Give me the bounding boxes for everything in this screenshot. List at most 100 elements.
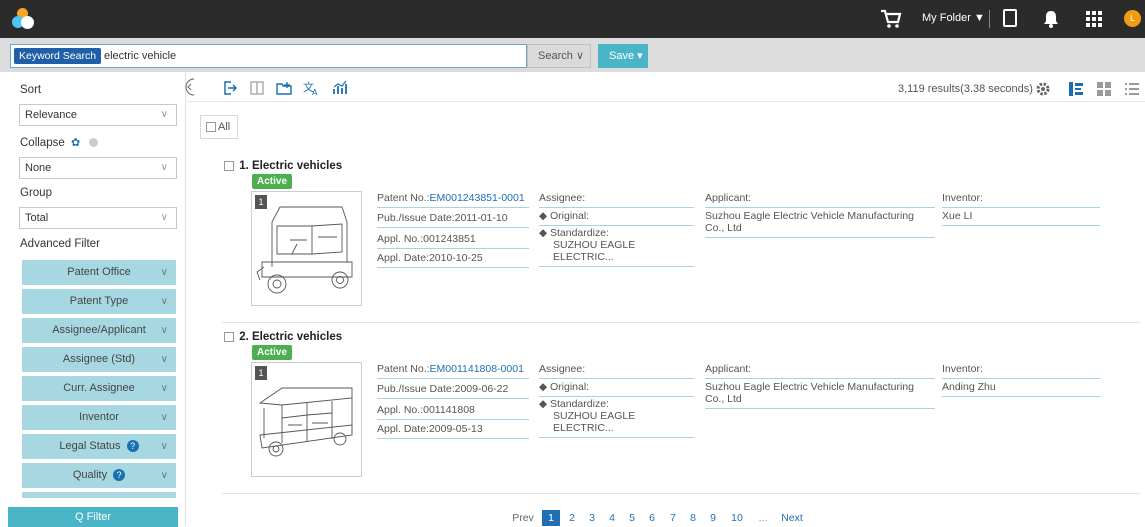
assignee-original: ◆ Original:: [539, 381, 694, 397]
applicant-label: Applicant:: [705, 192, 935, 208]
group-select-value: Total: [25, 212, 49, 224]
cart-icon[interactable]: [880, 9, 902, 29]
list-detail-view-icon[interactable]: [1068, 81, 1084, 97]
pagination-page[interactable]: 7: [664, 510, 682, 526]
pagination-next[interactable]: Next: [777, 510, 807, 526]
header-divider: [989, 10, 990, 28]
pagination-page[interactable]: 9: [704, 510, 722, 526]
pagination-page[interactable]: 1: [542, 510, 560, 526]
patent-number-link[interactable]: EM001243851-0001: [430, 192, 525, 204]
translate-icon[interactable]: 文 A: [303, 80, 319, 96]
filter-patent-office[interactable]: Patent Office ∨: [22, 260, 176, 285]
patent-number-link[interactable]: EM001141808-0001: [430, 363, 524, 375]
filter-assignee-std[interactable]: Assignee (Std) ∨: [22, 347, 176, 372]
status-badge: Active: [252, 174, 293, 189]
analytics-icon[interactable]: [332, 80, 348, 96]
chevron-down-icon: ∨: [160, 296, 168, 307]
result-checkbox[interactable]: [224, 160, 234, 171]
compare-icon[interactable]: [249, 80, 265, 96]
pagination-page[interactable]: 10: [725, 510, 749, 526]
patent-drawing[interactable]: 1: [251, 362, 362, 477]
inventor-label: Inventor:: [942, 192, 1100, 208]
group-select[interactable]: Total ∨: [19, 207, 177, 229]
filter-assignee-applicant[interactable]: Assignee/Applicant ∨: [22, 318, 176, 343]
help-icon[interactable]: ?: [113, 469, 126, 482]
gear-icon[interactable]: ✿: [71, 137, 80, 149]
result-title[interactable]: 2. Electric vehicles: [239, 331, 342, 343]
filter-button[interactable]: Q Filter: [8, 507, 178, 527]
search-query[interactable]: electric vehicle: [104, 50, 176, 62]
folder-add-icon[interactable]: [276, 80, 292, 96]
filter-patent-type[interactable]: Patent Type ∨: [22, 289, 176, 314]
chevron-down-icon: ∨: [160, 470, 168, 481]
inventor-value[interactable]: Anding Zhu: [942, 381, 1100, 397]
pagination-page[interactable]: 6: [643, 510, 661, 526]
pagination-page[interactable]: 3: [583, 510, 601, 526]
chevron-down-icon: ∨: [160, 212, 168, 223]
assignee-standardize-value[interactable]: SUZHOU EAGLE ELECTRIC...: [539, 239, 694, 267]
result-divider: [222, 493, 1140, 494]
filter-legal-status[interactable]: Legal Status ? ∨: [22, 434, 176, 459]
collapse-sidebar-icon[interactable]: [185, 78, 195, 96]
my-folder-menu[interactable]: My Folder ▼: [922, 12, 985, 24]
chevron-down-icon: ∨: [160, 354, 168, 365]
appl-date: Appl. Date:2009-05-13: [377, 423, 529, 439]
collapse-select-value: None: [25, 162, 52, 174]
patent-number-field: Patent No.:EM001141808-0001: [377, 363, 529, 379]
settings-gear-icon[interactable]: [1035, 81, 1051, 97]
result-checkbox[interactable]: [224, 331, 234, 342]
pagination-page[interactable]: 2: [563, 510, 581, 526]
help-icon[interactable]: ?: [126, 440, 139, 453]
sort-select[interactable]: Relevance ∨: [19, 104, 177, 126]
grid-view-icon[interactable]: [1096, 81, 1112, 97]
result-title[interactable]: 1. Electric vehicles: [239, 160, 342, 172]
app-logo[interactable]: [12, 8, 34, 30]
result-title-row[interactable]: 1. Electric vehicles: [224, 160, 342, 172]
pub-date: Pub./Issue Date:2011-01-10: [377, 212, 529, 228]
info-icon[interactable]: [89, 138, 99, 148]
save-button[interactable]: Save ▾: [598, 44, 648, 68]
patent-number-field: Patent No.:EM001243851-0001: [377, 192, 529, 208]
chevron-down-icon: ∨: [160, 412, 168, 423]
export-icon[interactable]: [222, 80, 238, 96]
keyword-search-tag[interactable]: Keyword Search: [14, 48, 102, 64]
result-title-row[interactable]: 2. Electric vehicles: [224, 331, 342, 343]
appl-number: Appl. No.:001141808: [377, 404, 529, 420]
filter-curr-assignee[interactable]: Curr. Assignee ∨: [22, 376, 176, 401]
collapse-select[interactable]: None ∨: [19, 157, 177, 179]
chevron-down-icon: ∨: [160, 325, 168, 336]
user-avatar[interactable]: L: [1124, 10, 1141, 27]
applicant-value[interactable]: Suzhou Eagle Electric Vehicle Manufactur…: [705, 210, 935, 238]
apps-grid-icon[interactable]: [1086, 11, 1102, 27]
bell-icon[interactable]: [1043, 10, 1059, 28]
filter-inventor[interactable]: Inventor ∨: [22, 405, 176, 430]
applicant-value[interactable]: Suzhou Eagle Electric Vehicle Manufactur…: [705, 381, 935, 409]
filter-label: Assignee (Std): [62, 353, 136, 365]
search-button[interactable]: Search ∨: [527, 44, 591, 68]
pagination-page[interactable]: 5: [623, 510, 641, 526]
applicant-label: Applicant:: [705, 363, 935, 379]
pagination-ellipsis: ...: [758, 512, 768, 524]
list-view-icon[interactable]: [1124, 81, 1140, 97]
checkbox-icon: [206, 122, 216, 133]
filter-label: Inventor: [79, 411, 119, 423]
filter-label: Assignee/Applicant: [52, 324, 146, 336]
appl-number: Appl. No.:001243851: [377, 233, 529, 249]
collapse-label-row: Collapse ✿: [20, 136, 99, 149]
status-badge: Active: [252, 345, 293, 360]
filter-quality[interactable]: Quality ? ∨: [22, 463, 176, 488]
patent-drawing[interactable]: 1: [251, 191, 362, 306]
assignee-original: ◆ Original:: [539, 210, 694, 226]
export-icon[interactable]: [1003, 9, 1017, 27]
collapse-label: Collapse: [20, 137, 65, 149]
pagination-page[interactable]: 4: [603, 510, 621, 526]
pagination-prev[interactable]: Prev: [508, 510, 538, 526]
chevron-down-icon: ∨: [160, 267, 168, 278]
assignee-standardize-value[interactable]: SUZHOU EAGLE ELECTRIC...: [539, 410, 694, 438]
inventor-value[interactable]: Xue LI: [942, 210, 1100, 226]
assignee-label: Assignee:: [539, 192, 694, 208]
patent-number-label: Patent No.:: [377, 192, 430, 204]
sort-select-value: Relevance: [25, 109, 77, 121]
pagination-page[interactable]: 8: [684, 510, 702, 526]
select-all-checkbox[interactable]: All: [200, 115, 238, 139]
